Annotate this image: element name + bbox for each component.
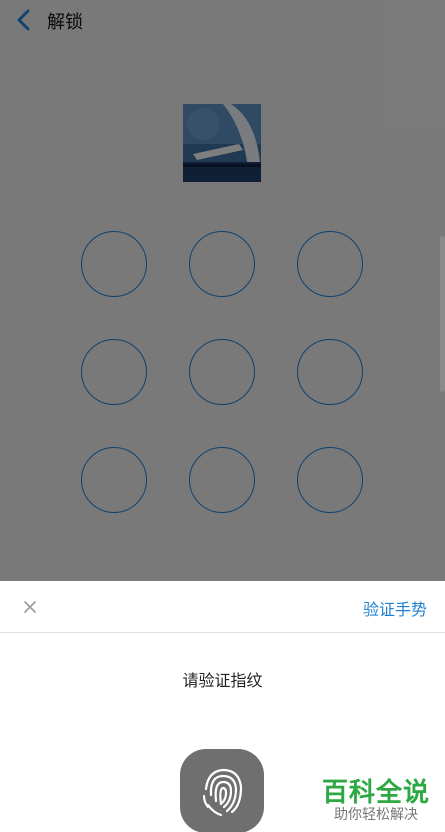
close-button[interactable] (21, 598, 39, 616)
close-icon (24, 601, 36, 613)
fingerprint-button[interactable] (180, 749, 264, 832)
verify-gesture-link[interactable]: 验证手势 (363, 596, 427, 620)
fingerprint-icon (202, 768, 243, 817)
watermark-subtitle: 助你轻松解决 (334, 807, 418, 823)
watermark: 百科全说 助你轻松解决 (320, 772, 432, 828)
scrollbar[interactable] (440, 236, 445, 392)
fingerprint-prompt: 请验证指纹 (182, 671, 263, 690)
sheet-header: 验证手势 (0, 581, 445, 633)
